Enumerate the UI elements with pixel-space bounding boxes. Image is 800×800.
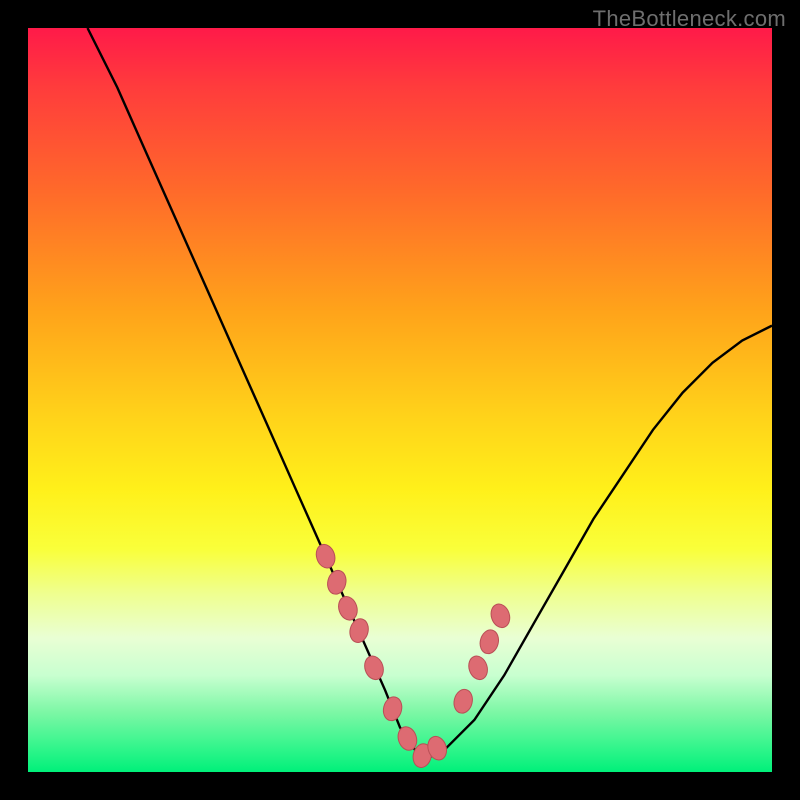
watermark-text: TheBottleneck.com xyxy=(593,6,786,32)
marker-point xyxy=(466,654,491,682)
marker-point xyxy=(452,687,475,715)
marker-point xyxy=(478,628,501,656)
marker-point xyxy=(362,654,387,682)
bottleneck-curve-svg xyxy=(28,28,772,772)
bottleneck-curve xyxy=(88,28,773,757)
chart-frame: TheBottleneck.com xyxy=(0,0,800,800)
marker-point xyxy=(336,594,361,622)
marker-point xyxy=(488,602,513,630)
marker-group xyxy=(313,542,512,769)
marker-point xyxy=(381,695,404,723)
marker-point xyxy=(313,542,338,570)
marker-point xyxy=(325,568,348,596)
marker-point xyxy=(347,617,370,645)
plot-area xyxy=(28,28,772,772)
